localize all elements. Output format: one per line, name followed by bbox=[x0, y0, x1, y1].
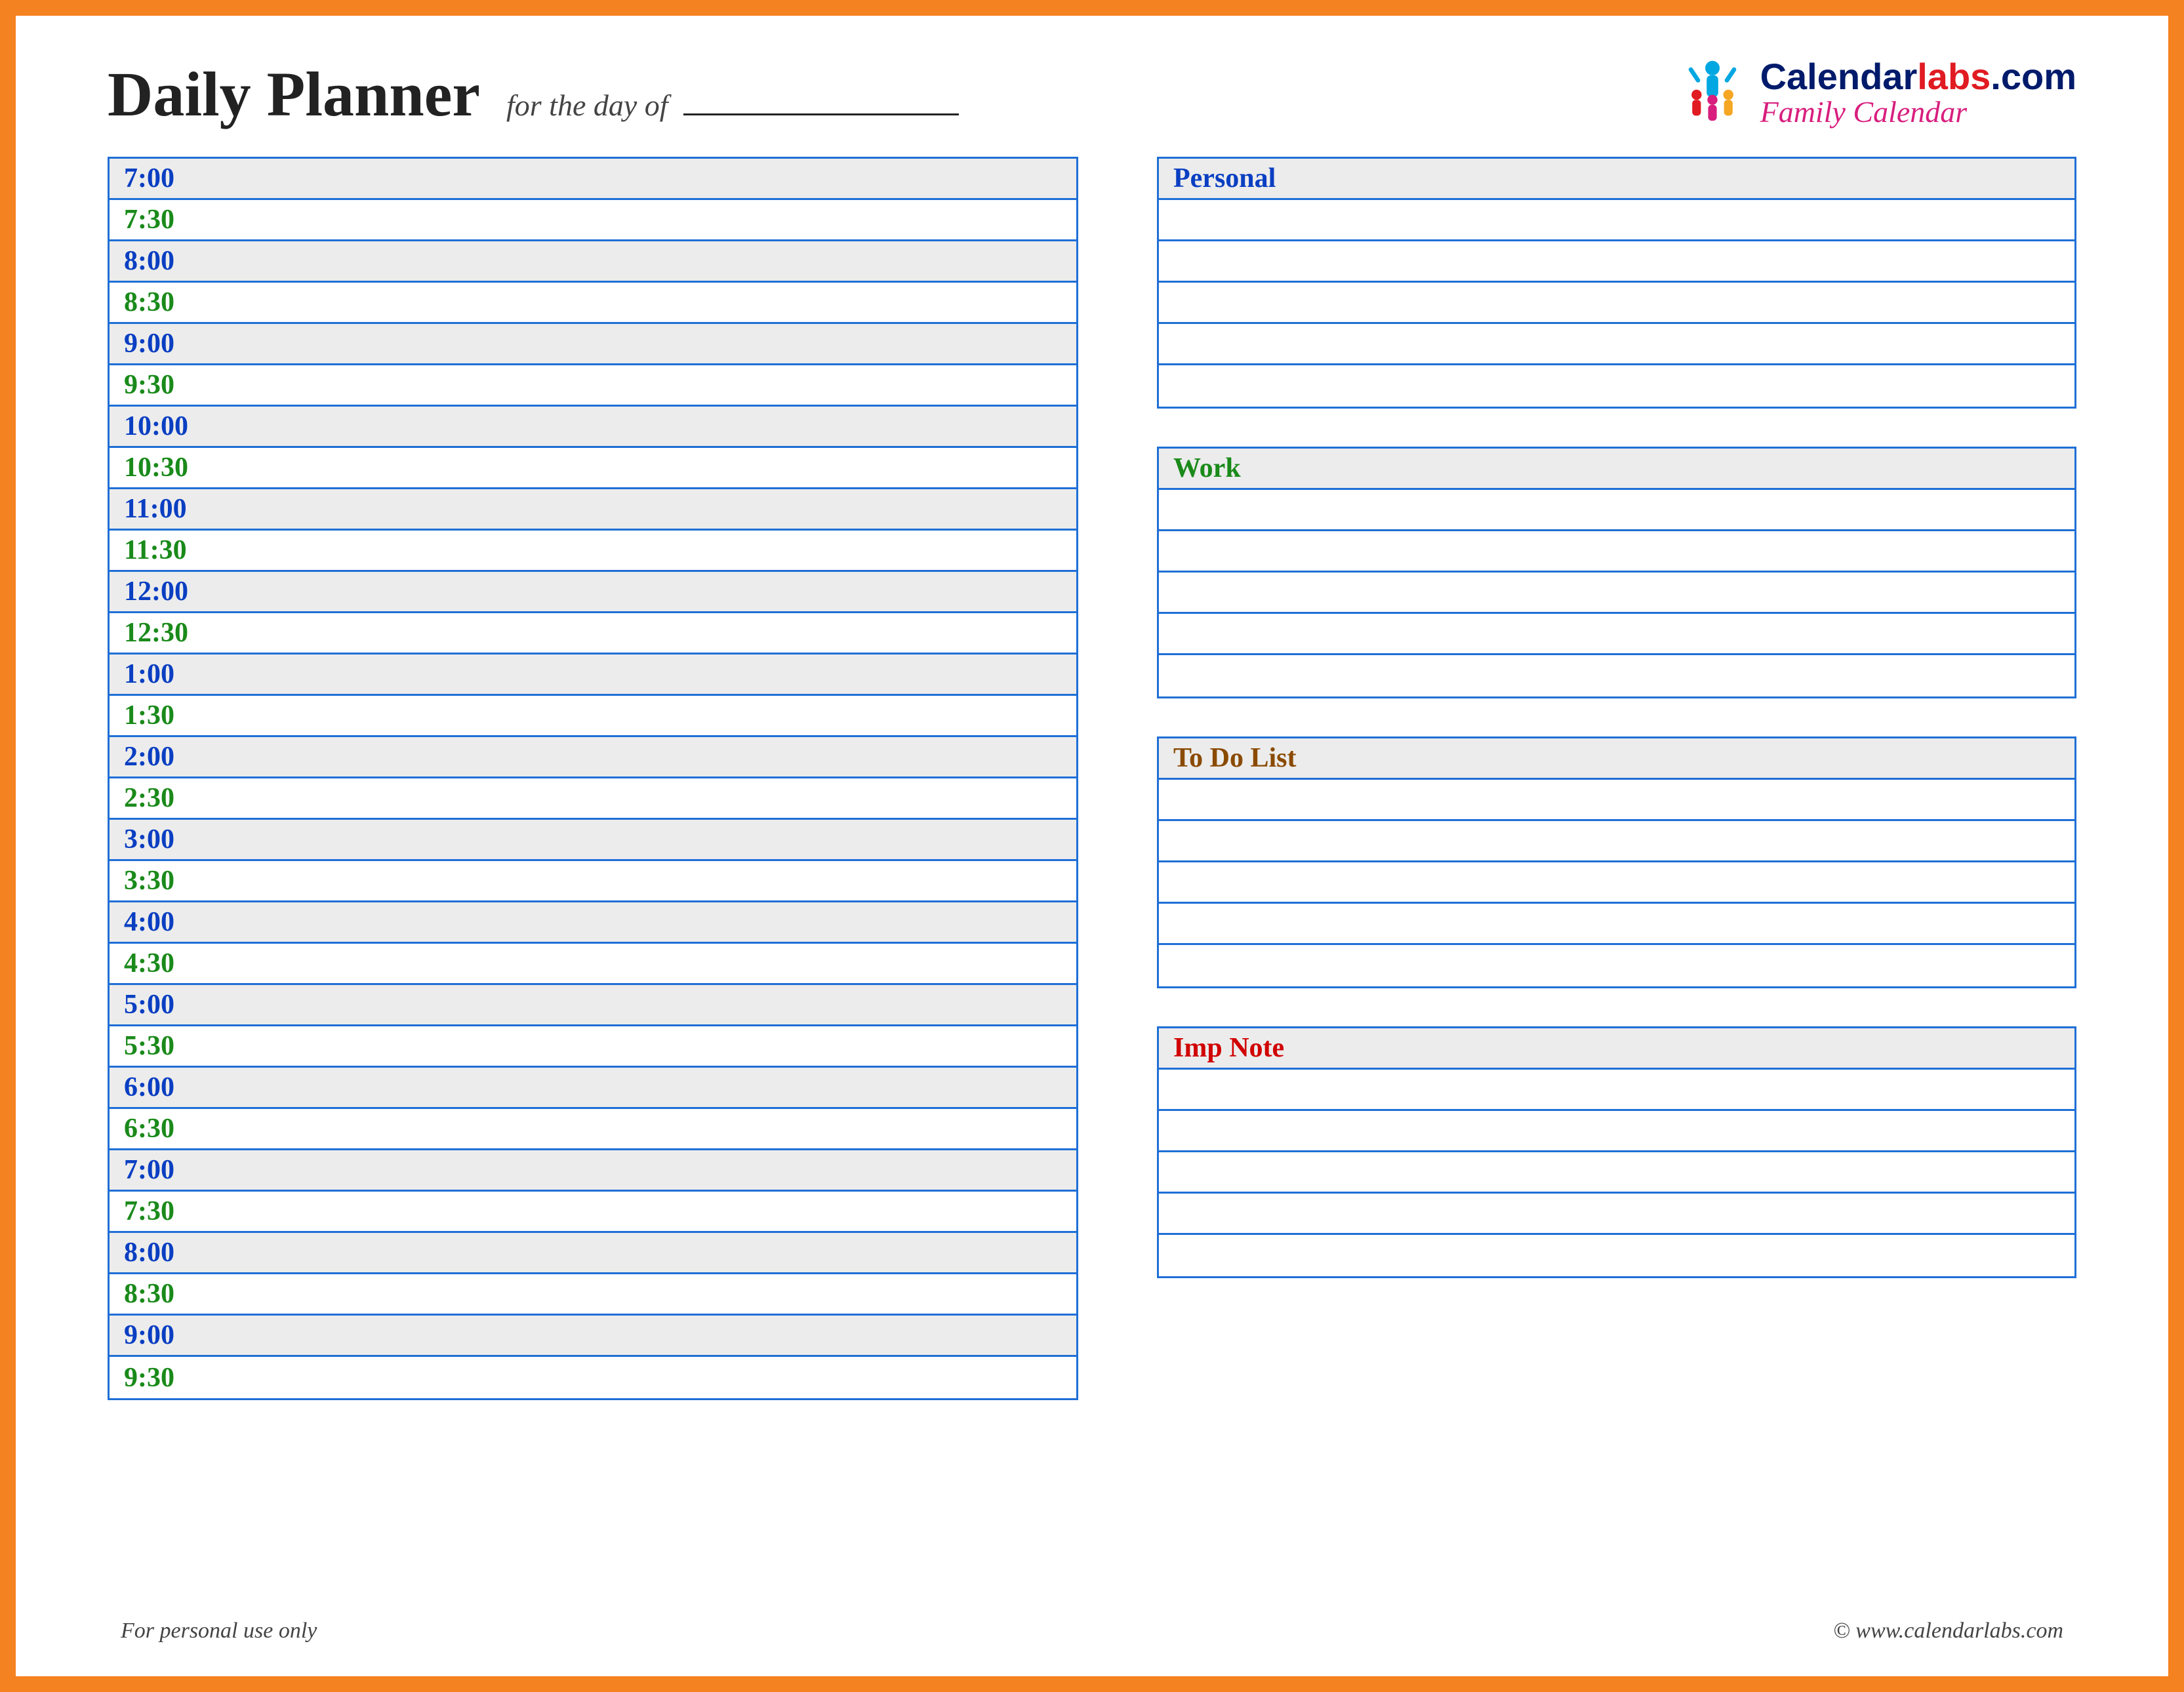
time-row[interactable]: 4:00 bbox=[110, 902, 1076, 944]
date-blank-line[interactable] bbox=[683, 113, 959, 115]
section-to-do-list: To Do List bbox=[1157, 736, 2076, 988]
section-line[interactable] bbox=[1159, 200, 2074, 241]
section-header: Work bbox=[1159, 449, 2074, 490]
brand-logo: Calendarlabs.com Family Calendar bbox=[1676, 55, 2076, 131]
section-line[interactable] bbox=[1159, 862, 2074, 904]
time-row[interactable]: 7:00 bbox=[110, 1150, 1076, 1192]
schedule-column: 7:007:308:008:309:009:3010:0010:3011:001… bbox=[108, 157, 1078, 1586]
logo-word-1: Calendar bbox=[1760, 56, 1918, 97]
time-row[interactable]: 12:00 bbox=[110, 572, 1076, 613]
section-line[interactable] bbox=[1159, 1194, 2074, 1235]
section-line[interactable] bbox=[1159, 821, 2074, 862]
section-line[interactable] bbox=[1159, 655, 2074, 696]
page-title: Daily Planner bbox=[108, 58, 480, 131]
time-row[interactable]: 9:30 bbox=[110, 365, 1076, 407]
time-row[interactable]: 8:30 bbox=[110, 1274, 1076, 1316]
time-row[interactable]: 6:00 bbox=[110, 1068, 1076, 1109]
section-personal: Personal bbox=[1157, 157, 2076, 409]
time-row[interactable]: 7:30 bbox=[110, 1192, 1076, 1233]
logo-text: Calendarlabs.com Family Calendar bbox=[1760, 58, 2076, 128]
section-line[interactable] bbox=[1159, 283, 2074, 324]
time-row[interactable]: 2:30 bbox=[110, 778, 1076, 820]
time-row[interactable]: 3:00 bbox=[110, 820, 1076, 861]
family-icon bbox=[1676, 55, 1749, 131]
page-frame: Daily Planner for the day of bbox=[0, 0, 2184, 1692]
time-row[interactable]: 11:00 bbox=[110, 489, 1076, 531]
title-block: Daily Planner for the day of bbox=[108, 58, 959, 131]
logo-tagline: Family Calendar bbox=[1760, 96, 2076, 128]
subtitle-text: for the day of bbox=[506, 89, 668, 122]
section-line[interactable] bbox=[1159, 324, 2074, 365]
time-row[interactable]: 5:30 bbox=[110, 1026, 1076, 1068]
logo-word-2: labs bbox=[1917, 56, 1991, 97]
time-row[interactable]: 2:00 bbox=[110, 737, 1076, 778]
section-line[interactable] bbox=[1159, 365, 2074, 407]
section-line[interactable] bbox=[1159, 1111, 2074, 1152]
time-row[interactable]: 8:00 bbox=[110, 1233, 1076, 1274]
section-line[interactable] bbox=[1159, 945, 2074, 986]
time-grid: 7:007:308:008:309:009:3010:0010:3011:001… bbox=[108, 157, 1078, 1400]
header: Daily Planner for the day of bbox=[108, 55, 2076, 131]
section-gap bbox=[1157, 409, 2076, 447]
section-line[interactable] bbox=[1159, 904, 2074, 945]
section-line[interactable] bbox=[1159, 614, 2074, 655]
section-line[interactable] bbox=[1159, 490, 2074, 531]
section-gap bbox=[1157, 698, 2076, 736]
footer-right: © www.calendarlabs.com bbox=[1833, 1619, 2063, 1643]
section-line[interactable] bbox=[1159, 241, 2074, 283]
time-row[interactable]: 8:00 bbox=[110, 241, 1076, 283]
section-line[interactable] bbox=[1159, 573, 2074, 614]
section-line[interactable] bbox=[1159, 780, 2074, 821]
time-row[interactable]: 11:30 bbox=[110, 531, 1076, 572]
time-row[interactable]: 4:30 bbox=[110, 944, 1076, 985]
time-row[interactable]: 10:00 bbox=[110, 407, 1076, 448]
time-row[interactable]: 6:30 bbox=[110, 1109, 1076, 1150]
section-line[interactable] bbox=[1159, 1152, 2074, 1194]
section-imp-note: Imp Note bbox=[1157, 1026, 2076, 1278]
time-row[interactable]: 7:00 bbox=[110, 159, 1076, 200]
time-row[interactable]: 9:00 bbox=[110, 1316, 1076, 1357]
subtitle: for the day of bbox=[506, 88, 959, 123]
time-row[interactable]: 1:00 bbox=[110, 655, 1076, 696]
section-line[interactable] bbox=[1159, 1070, 2074, 1111]
section-gap bbox=[1157, 988, 2076, 1026]
section-header: Personal bbox=[1159, 159, 2074, 200]
time-row[interactable]: 1:30 bbox=[110, 696, 1076, 737]
logo-word-3: .com bbox=[1991, 56, 2076, 97]
section-line[interactable] bbox=[1159, 531, 2074, 573]
time-row[interactable]: 5:00 bbox=[110, 985, 1076, 1026]
content: 7:007:308:008:309:009:3010:0010:3011:001… bbox=[108, 157, 2076, 1586]
section-work: Work bbox=[1157, 447, 2076, 698]
footer: For personal use only © www.calendarlabs… bbox=[108, 1619, 2076, 1643]
time-row[interactable]: 8:30 bbox=[110, 283, 1076, 324]
time-row[interactable]: 3:30 bbox=[110, 861, 1076, 902]
footer-left: For personal use only bbox=[121, 1619, 317, 1643]
section-header: To Do List bbox=[1159, 738, 2074, 780]
time-row[interactable]: 10:30 bbox=[110, 448, 1076, 489]
time-row[interactable]: 9:30 bbox=[110, 1357, 1076, 1398]
section-line[interactable] bbox=[1159, 1235, 2074, 1276]
sections-column: Personal Work To Do List Imp Note bbox=[1157, 157, 2076, 1586]
time-row[interactable]: 9:00 bbox=[110, 324, 1076, 365]
time-row[interactable]: 12:30 bbox=[110, 613, 1076, 655]
time-row[interactable]: 7:30 bbox=[110, 200, 1076, 241]
section-header: Imp Note bbox=[1159, 1028, 2074, 1070]
